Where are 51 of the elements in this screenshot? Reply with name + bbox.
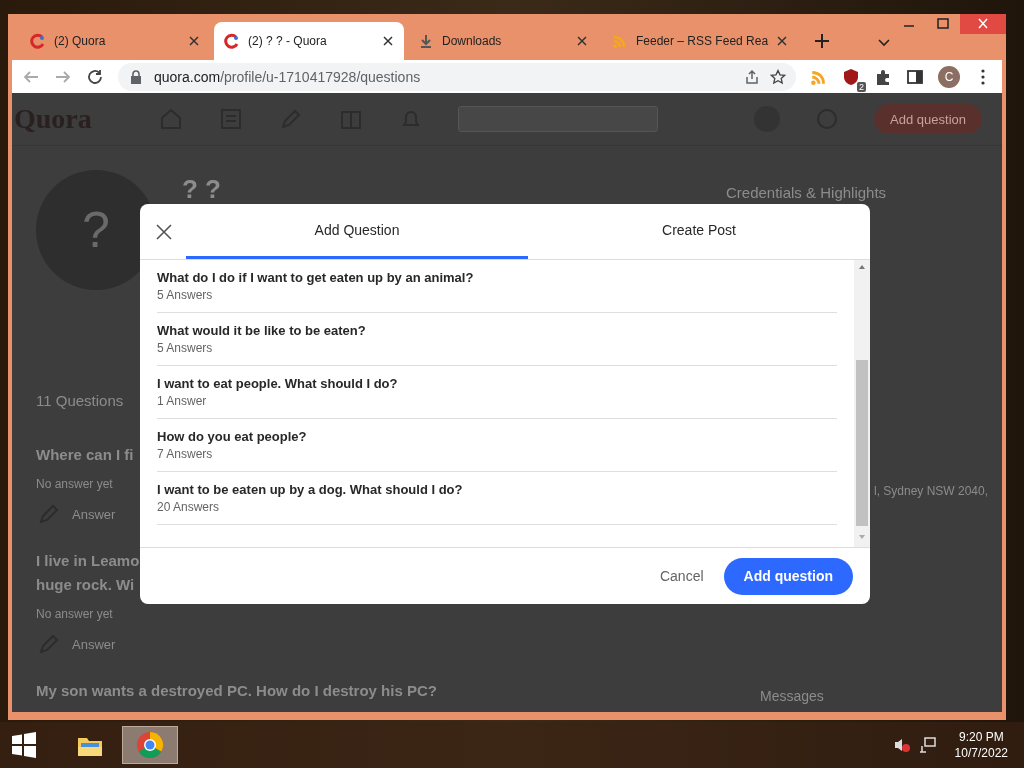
- close-icon[interactable]: [188, 35, 200, 47]
- browser-tab[interactable]: (2) Quora: [20, 22, 210, 60]
- question-title[interactable]: I want to be eaten up by a dog. What should I do?: [157, 481, 463, 499]
- reload-icon[interactable]: [86, 67, 104, 86]
- question-title[interactable]: What would it be like to be eaten?: [157, 322, 366, 340]
- add-question-button[interactable]: Add question: [723, 557, 853, 595]
- dialog-tab[interactable]: Create Post: [528, 204, 870, 259]
- muted-speaker-icon[interactable]: [892, 736, 911, 754]
- star-icon[interactable]: [770, 68, 786, 85]
- browser-tab[interactable]: Downloads: [408, 22, 598, 60]
- answer-count: 1 Answer: [157, 393, 207, 410]
- quora-logo-icon: [224, 33, 240, 49]
- puzzle-icon[interactable]: [874, 67, 892, 86]
- lock-icon: [128, 68, 144, 85]
- clock-time[interactable]: 9:20 PM: [958, 729, 1004, 745]
- windows-logo-icon[interactable]: [10, 731, 38, 759]
- chrome-icon: [135, 730, 165, 760]
- profile-avatar[interactable]: C: [938, 65, 960, 88]
- share-icon[interactable]: [744, 68, 760, 85]
- add-question-button[interactable]: Add question: [874, 104, 982, 134]
- answer-count: 7 Answers: [157, 446, 213, 463]
- network-icon[interactable]: [918, 736, 937, 754]
- question-title[interactable]: What do I do if I want to get eaten up by an animal?: [157, 269, 474, 287]
- close-icon[interactable]: [382, 35, 394, 47]
- question-title[interactable]: How do you eat people?: [157, 428, 307, 446]
- close-icon[interactable]: [155, 222, 173, 241]
- side-panel-icon[interactable]: [906, 67, 924, 86]
- section-heading: Credentials & Highlights: [726, 184, 887, 202]
- answer-count: 20 Answers: [157, 499, 220, 516]
- questions-count: 11 Questions: [36, 392, 124, 409]
- answer-status: No answer yet: [36, 607, 113, 621]
- download-icon: [418, 33, 434, 49]
- shield-icon[interactable]: [842, 67, 860, 86]
- extension-badge: 2: [857, 81, 866, 92]
- question-title[interactable]: I want to eat people. What should I do?: [157, 375, 398, 393]
- profile-name: ? ?: [182, 174, 221, 205]
- browser-tab[interactable]: Feeder – RSS Feed Rea: [602, 22, 799, 60]
- browser-tab[interactable]: (2) ? ? - Quora: [214, 22, 404, 60]
- clock-date[interactable]: 10/7/2022: [954, 745, 1008, 761]
- address-field[interactable]: quora.com/profile/u-1710417928/questions: [118, 62, 796, 91]
- search-field[interactable]: [458, 106, 658, 132]
- feed-icon: [612, 33, 628, 49]
- answer-status: No answer yet: [36, 477, 113, 491]
- close-icon[interactable]: [776, 35, 789, 47]
- location-text: l, Sydney NSW 2040,: [874, 484, 989, 498]
- cancel-button[interactable]: Cancel: [653, 567, 710, 585]
- close-icon[interactable]: [576, 35, 588, 47]
- dialog-tab[interactable]: Add Question: [186, 204, 528, 259]
- answer-count: 5 Answers: [157, 287, 213, 304]
- answer-count: 5 Answers: [157, 340, 213, 357]
- quora-logo-icon: [30, 33, 46, 49]
